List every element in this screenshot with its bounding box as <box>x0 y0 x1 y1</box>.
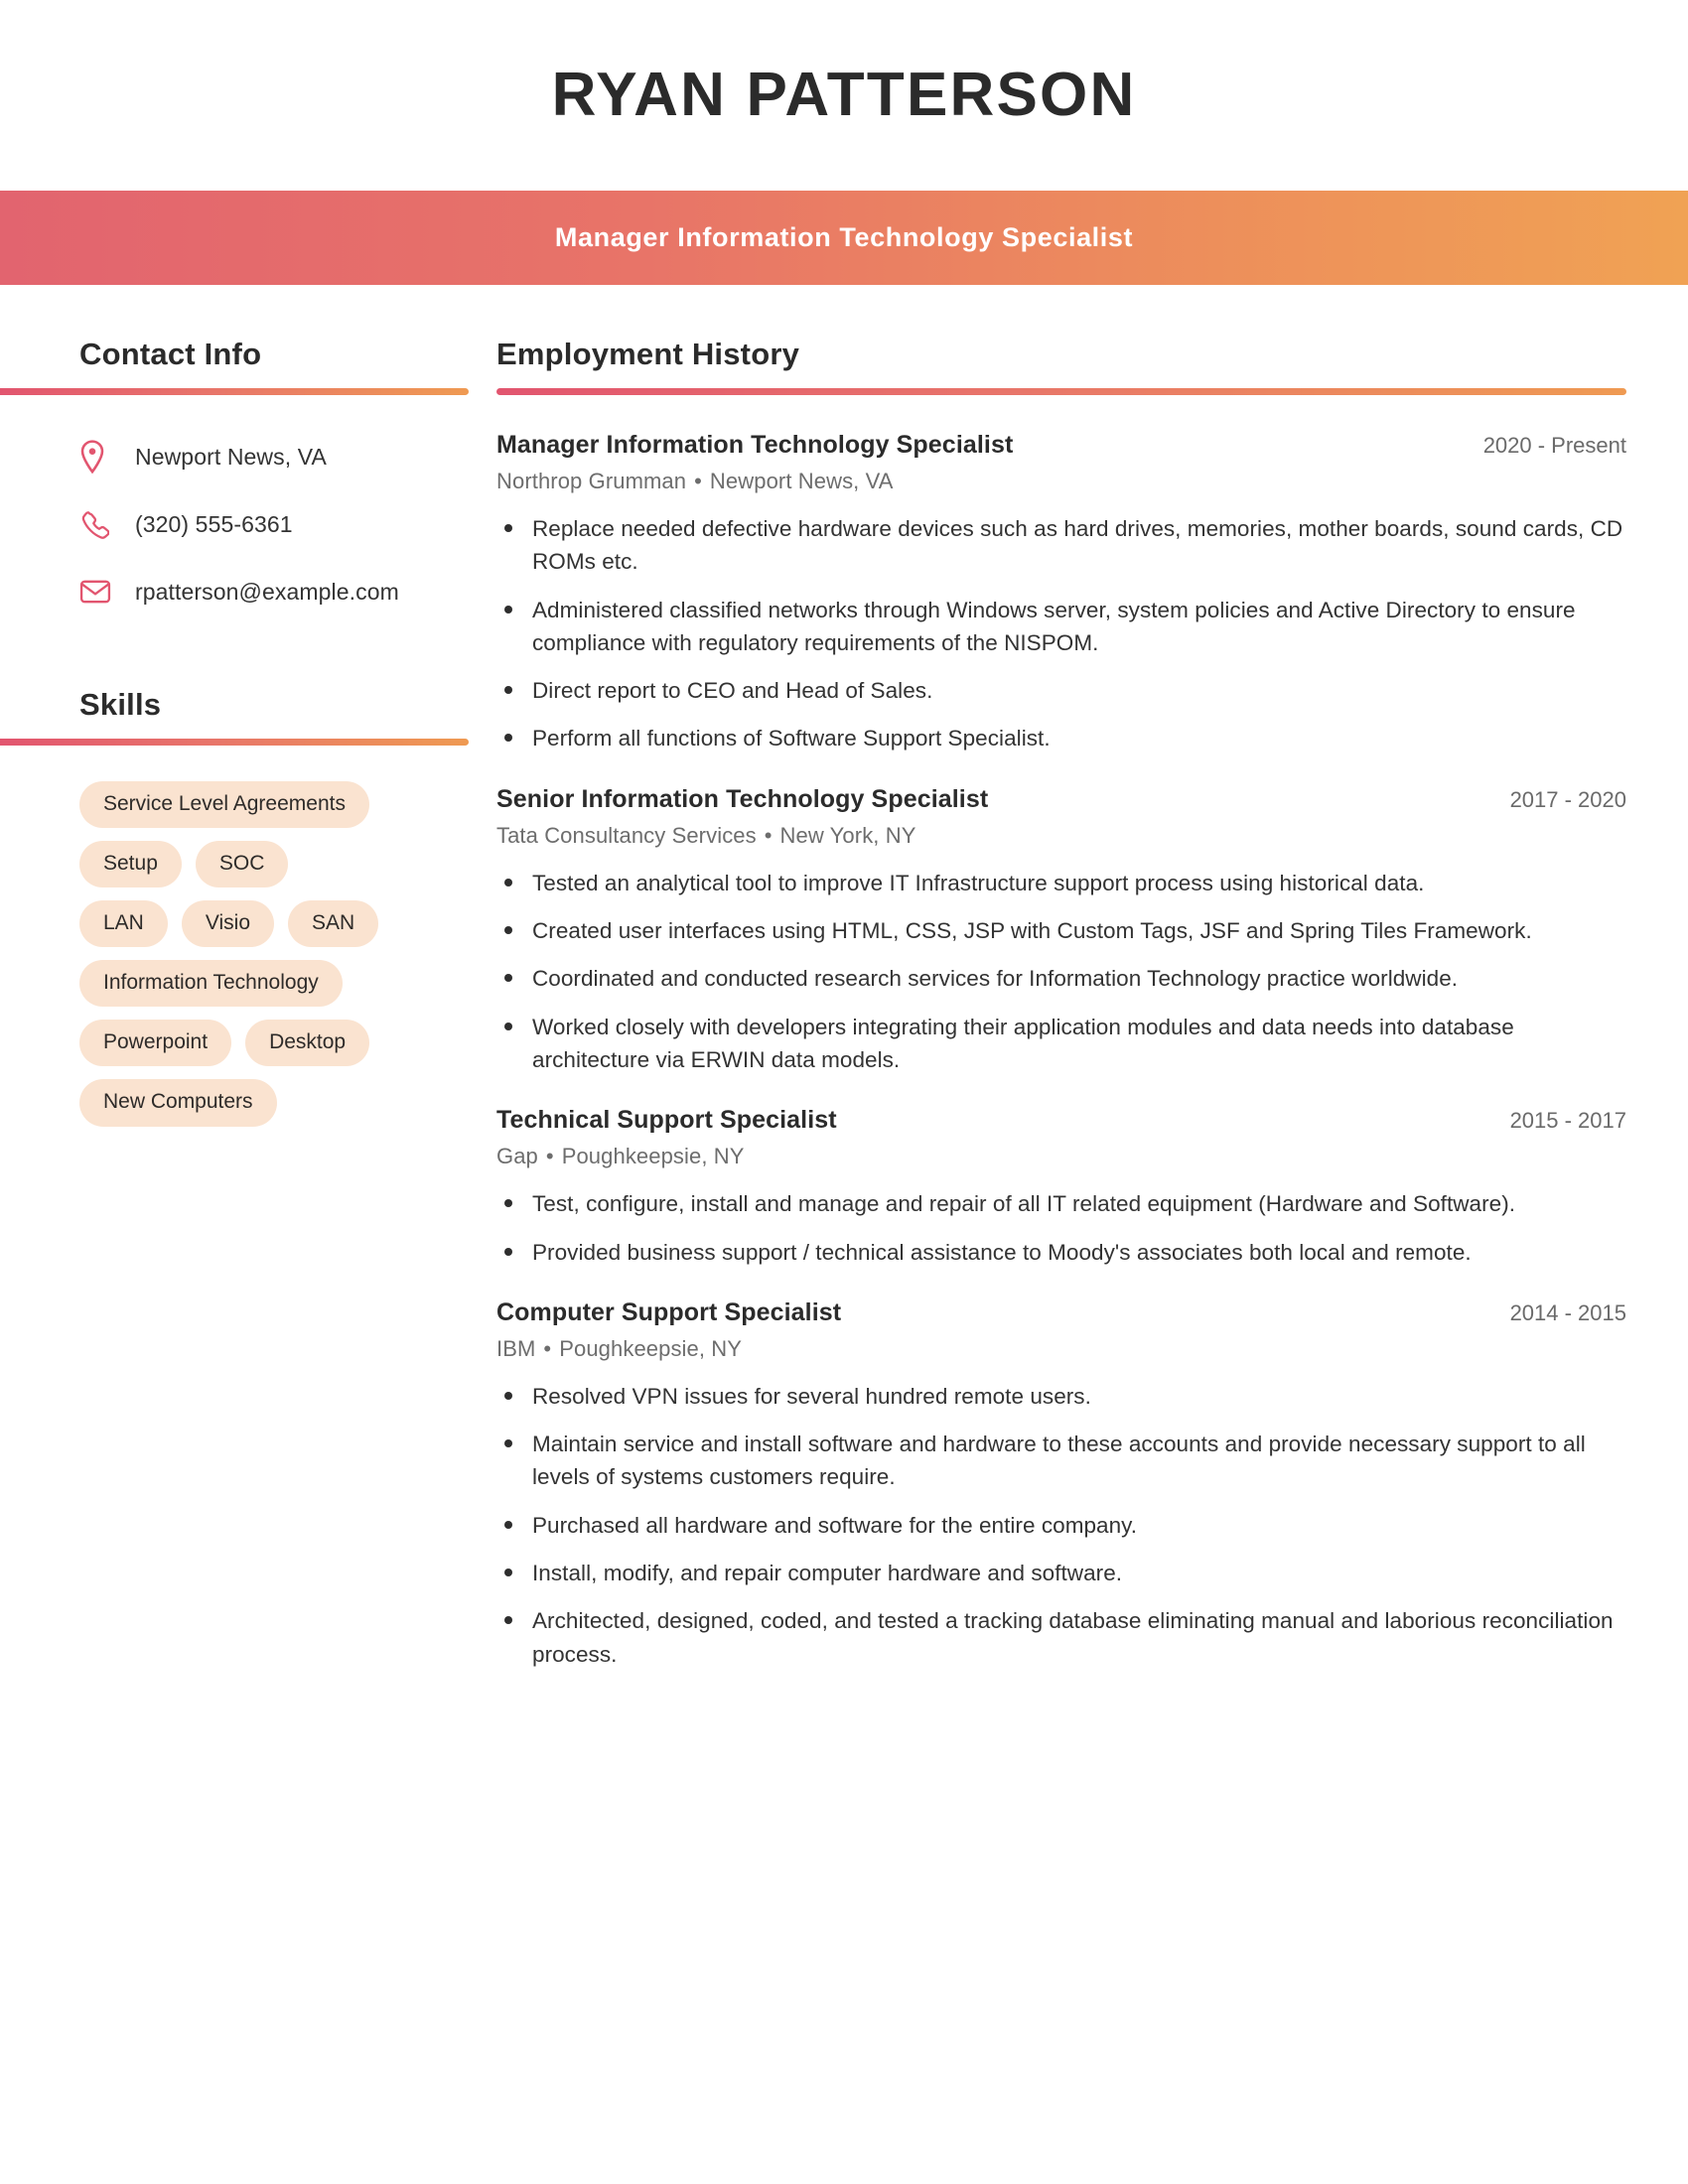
employment-bullet-list: Tested an analytical tool to improve IT … <box>496 867 1626 1076</box>
employment-history-divider <box>496 388 1626 395</box>
skills-divider <box>0 739 469 746</box>
employment-company-location: Tata Consultancy Services • New York, NY <box>496 823 1626 849</box>
main-column: Employment History Manager Information T… <box>496 337 1688 1701</box>
employment-entry-header: Senior Information Technology Specialist… <box>496 785 1626 814</box>
envelope-icon <box>79 579 115 605</box>
employment-location: Poughkeepsie, NY <box>561 1144 745 1169</box>
employment-bullet: Maintain service and install software an… <box>496 1428 1626 1494</box>
employment-company: IBM <box>496 1335 536 1361</box>
skills-chip-list: Service Level Agreements Setup SOC LAN Visio… <box>0 781 417 1127</box>
employment-location: Newport News, VA <box>709 469 894 493</box>
candidate-job-title: Manager Information Technology Specialis… <box>554 222 1134 252</box>
employment-bullet: Worked closely with developers integrati… <box>496 1011 1626 1077</box>
employment-entry: Senior Information Technology Specialist… <box>496 785 1626 1076</box>
employment-bullet-list: Test, configure, install and manage and … <box>496 1187 1626 1269</box>
resume-header: RYAN PATTERSON <box>0 0 1688 191</box>
employment-date-range: 2017 - 2020 <box>1509 786 1626 812</box>
employment-company: Northrop Grumman <box>496 469 687 493</box>
employment-bullet: Architected, designed, coded, and tested… <box>496 1604 1626 1671</box>
phone-icon <box>79 509 115 539</box>
employment-bullet: Replace needed defective hardware device… <box>496 512 1626 579</box>
contact-list: Newport News, VA (320) 555-6361 rpatters… <box>0 433 496 615</box>
employment-job-title: Computer Support Specialist <box>496 1297 842 1326</box>
contact-location-value: Newport News, VA <box>135 443 327 470</box>
bullet-separator-icon: • <box>764 822 773 848</box>
employment-bullet: Install, modify, and repair computer har… <box>496 1557 1626 1589</box>
contact-item-email: rpatterson@example.com <box>79 568 496 615</box>
employment-bullet: Created user interfaces using HTML, CSS,… <box>496 914 1626 947</box>
skill-chip: Desktop <box>245 1020 370 1067</box>
employment-bullet: Purchased all hardware and software for … <box>496 1509 1626 1542</box>
contact-info-heading: Contact Info <box>79 337 262 371</box>
employment-job-title: Manager Information Technology Specialis… <box>496 431 1014 459</box>
employment-history-heading: Employment History <box>496 337 800 371</box>
employment-bullet: Perform all functions of Software Suppor… <box>496 722 1626 754</box>
employment-company-location: IBM • Poughkeepsie, NY <box>496 1336 1626 1362</box>
skill-chip: Service Level Agreements <box>79 781 369 829</box>
employment-location: New York, NY <box>779 822 916 848</box>
skill-chip: Visio <box>181 900 274 948</box>
employment-entry: Computer Support Specialist 2014 - 2015 IB… <box>496 1298 1626 1671</box>
employment-entry: Manager Information Technology Specialis… <box>496 431 1626 755</box>
employment-bullet: Provided business support / technical as… <box>496 1236 1626 1269</box>
employment-job-title: Senior Information Technology Specialist <box>496 784 989 813</box>
bullet-separator-icon: • <box>543 1335 552 1361</box>
contact-phone-value: (320) 555-6361 <box>135 510 293 537</box>
employment-entry: Technical Support Specialist 2015 - 2017 G… <box>496 1106 1626 1269</box>
employment-bullet: Administered classified networks through… <box>496 594 1626 660</box>
employment-location: Poughkeepsie, NY <box>559 1335 743 1361</box>
skill-chip: SOC <box>195 841 289 888</box>
skill-chip: New Computers <box>79 1079 277 1127</box>
employment-date-range: 2020 - Present <box>1482 433 1626 458</box>
employment-bullet: Coordinated and conducted research servi… <box>496 962 1626 995</box>
contact-info-divider <box>0 388 469 395</box>
employment-job-title: Technical Support Specialist <box>496 1106 837 1135</box>
sidebar-column: Contact Info Newport News, VA (320) 555-… <box>0 337 496 1127</box>
contact-item-phone: (320) 555-6361 <box>79 500 496 548</box>
resume-page: RYAN PATTERSON Manager Information Techn… <box>0 0 1688 2184</box>
employment-bullet: Direct report to CEO and Head of Sales. <box>496 674 1626 707</box>
skill-chip: SAN <box>288 900 379 948</box>
employment-bullet-list: Replace needed defective hardware device… <box>496 512 1626 755</box>
skill-chip: LAN <box>79 900 168 948</box>
skill-chip: Setup <box>79 841 182 888</box>
skill-chip: Powerpoint <box>79 1020 232 1067</box>
employment-bullet-list: Resolved VPN issues for several hundred … <box>496 1380 1626 1671</box>
job-title-banner: Manager Information Technology Specialis… <box>0 191 1688 285</box>
bullet-separator-icon: • <box>694 469 702 493</box>
employment-bullet: Tested an analytical tool to improve IT … <box>496 867 1626 899</box>
employment-company: Tata Consultancy Services <box>496 822 757 848</box>
employment-company: Gap <box>496 1144 538 1169</box>
resume-body: Contact Info Newport News, VA (320) 555-… <box>0 285 1688 1701</box>
employment-date-range: 2014 - 2015 <box>1509 1299 1626 1325</box>
contact-item-location: Newport News, VA <box>79 433 496 480</box>
skills-heading: Skills <box>79 687 162 722</box>
employment-company-location: Gap • Poughkeepsie, NY <box>496 1144 1626 1169</box>
employment-bullet: Test, configure, install and manage and … <box>496 1187 1626 1220</box>
employment-date-range: 2015 - 2017 <box>1509 1108 1626 1134</box>
employment-bullet: Resolved VPN issues for several hundred … <box>496 1380 1626 1413</box>
employment-company-location: Northrop Grumman • Newport News, VA <box>496 469 1626 494</box>
skill-chip: Information Technology <box>79 960 343 1008</box>
contact-info-section: Contact Info Newport News, VA (320) 555-… <box>0 337 496 615</box>
employment-entry-header: Computer Support Specialist 2014 - 2015 <box>496 1298 1626 1327</box>
candidate-name: RYAN PATTERSON <box>551 61 1137 129</box>
employment-history-section: Employment History Manager Information T… <box>496 337 1626 1671</box>
bullet-separator-icon: • <box>545 1144 554 1169</box>
employment-entry-header: Manager Information Technology Specialis… <box>496 431 1626 460</box>
employment-job-list: Manager Information Technology Specialis… <box>496 431 1626 1671</box>
contact-email-value: rpatterson@example.com <box>135 578 399 605</box>
skills-section: Skills Service Level Agreements Setup SOC L… <box>0 687 496 1127</box>
employment-entry-header: Technical Support Specialist 2015 - 2017 <box>496 1106 1626 1135</box>
location-pin-icon <box>79 440 115 474</box>
